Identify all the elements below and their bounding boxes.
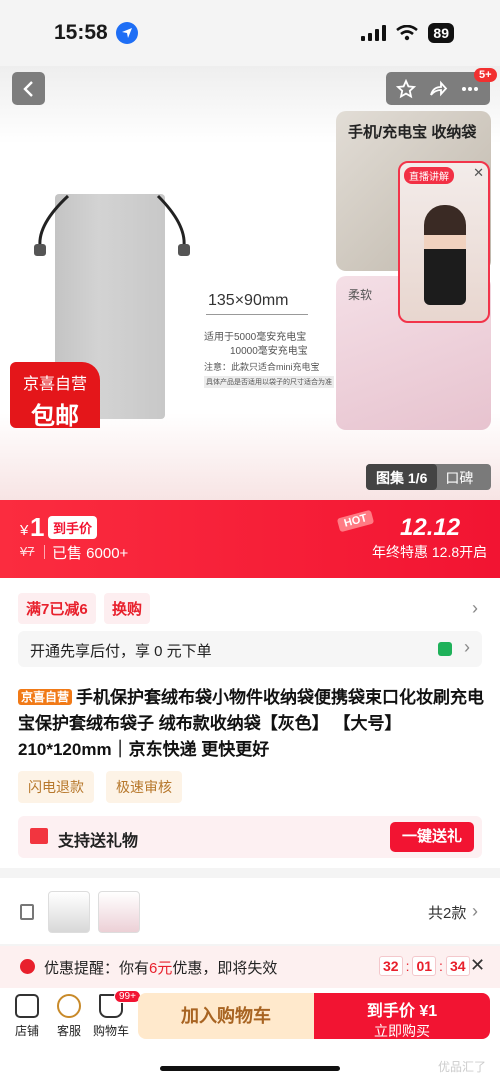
wifi-icon: [396, 25, 419, 41]
clock-text: 15:58: [54, 21, 108, 44]
event-title: 12.12: [400, 514, 461, 541]
coupon-suffix: 优惠，即将失效: [172, 960, 278, 977]
note-line-2: 10000毫安充电宝: [230, 346, 308, 357]
service-label: 客服: [56, 1024, 81, 1038]
note-line-4: 具体产品是否适用以袋子的尺寸适合为准: [204, 376, 334, 388]
live-stream-window[interactable]: 直播讲解 ✕: [398, 161, 490, 323]
discount-chip[interactable]: 满7已减6: [18, 593, 96, 624]
service-tag: 闪电退款: [18, 771, 94, 803]
cellular-signal-icon: [361, 25, 387, 41]
thumb1-title: 手机/充电宝 收纳袋: [348, 124, 477, 141]
timer-hours: 32: [379, 956, 403, 976]
gift-icon: [30, 828, 48, 844]
gift-label: 支持送礼物: [58, 833, 139, 850]
pay-later-text: 开通先享后付，享 0 元下单: [30, 643, 212, 660]
cart-label: 购物车: [92, 1024, 129, 1038]
dimension-divider: [206, 314, 308, 315]
product-detail-page: 15:58 89 5+ 135×90mm 适用于5000毫安充电宝 10000毫…: [0, 0, 500, 1084]
document-icon: [20, 904, 34, 920]
timer-seconds: 34: [445, 956, 470, 976]
price-value: 1: [30, 512, 45, 542]
currency-symbol: ¥: [20, 522, 29, 539]
drawstring-graphic: [34, 194, 190, 256]
home-indicator[interactable]: [160, 1066, 340, 1071]
live-tag: 直播讲解: [404, 167, 454, 184]
dimension-label: 135×90mm: [208, 292, 289, 309]
product-title: 京喜自营 手机保护套绒布袋小物件收纳袋便携袋束口化妆刷充电宝保护套绒布袋子 绒布款…: [18, 684, 486, 763]
variant-selector[interactable]: 共2款 ›: [0, 878, 500, 944]
variant-count: 共2款: [428, 905, 467, 922]
original-price: ¥7: [20, 544, 35, 559]
service-tag: 极速审核: [106, 771, 182, 803]
buy-now-button[interactable]: 到手价 ¥1 立即购买: [314, 993, 490, 1039]
status-indicators: 89: [361, 23, 454, 43]
location-arrow-icon: [115, 22, 138, 44]
sold-count: 已售 6000+: [52, 545, 129, 562]
more-icon[interactable]: [460, 79, 480, 99]
tab-reviews[interactable]: 口碑: [437, 464, 481, 490]
pay-later-row[interactable]: 开通先享后付，享 0 元下单 ›: [18, 631, 482, 667]
chevron-left-icon: [22, 80, 33, 97]
watermark: 优品汇了: [438, 1060, 487, 1074]
price-tag: 到手价: [48, 516, 98, 539]
buy-price-label: 到手价 ¥1: [366, 1003, 438, 1020]
send-gift-button[interactable]: 一键送礼: [390, 822, 474, 852]
coupon-reminder[interactable]: 优惠提醒：你有6元优惠，即将失效 32: 01: 34 ✕: [0, 946, 500, 988]
buy-now-label: 立即购买: [374, 1023, 430, 1039]
shop-label: 店铺: [14, 1024, 39, 1038]
promo-line-2: 包邮: [31, 403, 79, 430]
shop-tag: 京喜自营: [18, 689, 73, 705]
product-gallery[interactable]: 5+ 135×90mm 适用于5000毫安充电宝 10000毫安充电宝 注意：此…: [0, 66, 500, 500]
presenter-image: [424, 205, 466, 305]
cart-badge: 99+: [114, 990, 141, 1003]
cart-button[interactable]: 99+ 购物车: [86, 990, 141, 1039]
variant-thumb-gray[interactable]: [48, 891, 90, 933]
gift-row[interactable]: 支持送礼物 一键送礼: [18, 816, 482, 858]
swap-chip[interactable]: 换购: [104, 593, 151, 624]
clock-icon: [20, 959, 35, 974]
product-title-text: 手机保护套绒布袋小物件收纳袋便携袋束口化妆刷充电宝保护套绒布袋子 绒布款收纳袋【…: [18, 688, 485, 759]
more-badge: 5+: [474, 68, 497, 82]
coupon-prefix: 优惠提醒：你有: [44, 960, 150, 977]
note-line-3: 注意：此款只适合mini充电宝: [204, 362, 320, 372]
battery-indicator: 89: [428, 23, 454, 43]
promo-line-1: 京喜自营: [22, 376, 87, 393]
add-to-cart-button[interactable]: 加入购物车: [138, 993, 314, 1039]
hot-badge: HOT: [336, 509, 375, 533]
store-icon: [15, 994, 39, 1018]
chevron-right-icon: ›: [464, 637, 470, 657]
tab-gallery[interactable]: 图集 1/6: [366, 464, 438, 490]
close-live-icon[interactable]: ✕: [473, 165, 484, 181]
bottom-action-bar: 店铺 客服 99+ 购物车 加入购物车 到手价 ¥1 立即购买 优品汇了: [0, 988, 500, 1084]
chevron-right-icon[interactable]: ›: [472, 598, 478, 619]
close-icon[interactable]: ✕: [470, 955, 485, 976]
note-line-1: 适用于5000毫安充电宝: [204, 332, 307, 343]
price-divider: [44, 545, 45, 559]
event-subtitle: 年终特惠 12.8开启: [372, 544, 488, 560]
countdown-timer: 32: 01: 34: [379, 956, 470, 976]
share-icon[interactable]: [428, 79, 448, 99]
gallery-switch[interactable]: 图集 1/6 口碑: [366, 464, 491, 490]
promo-badge: 京喜自营 包邮: [10, 362, 100, 430]
status-time: 15:58: [54, 21, 138, 45]
price-banner: ¥ 1 到手价 ¥7 已售 6000+ HOT 12.12 年终特惠 12.8开…: [0, 500, 500, 578]
back-button[interactable]: [12, 72, 45, 105]
status-bar: 15:58 89: [0, 0, 500, 66]
coupon-amount: 6元: [149, 960, 173, 977]
coupon-text: 优惠提醒：你有6元优惠，即将失效: [44, 957, 277, 978]
thumb2-title: 柔软: [348, 288, 373, 302]
product-info: 满7已减6 换购 › 开通先享后付，享 0 元下单 › 京喜自营 手机保护套绒布袋…: [0, 578, 500, 868]
variant-thumb-pink[interactable]: [98, 891, 140, 933]
chat-icon: [57, 994, 81, 1018]
chevron-right-icon: ›: [472, 901, 478, 921]
timer-minutes: 01: [412, 956, 437, 976]
shield-icon: [438, 642, 452, 656]
star-icon[interactable]: [396, 78, 416, 99]
